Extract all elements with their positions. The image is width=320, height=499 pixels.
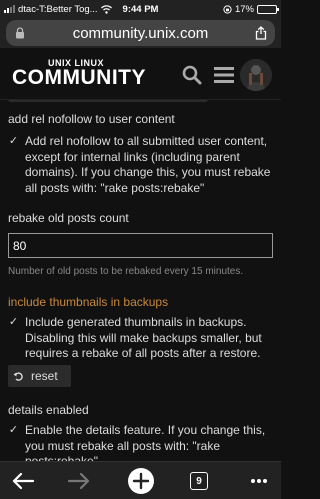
site-header: UNIX LINUX COMMUNITY: [0, 48, 281, 100]
status-right: 17%: [223, 3, 279, 15]
nofollow-checkbox-row[interactable]: ✓ Add rel nofollow to all submitted user…: [8, 134, 274, 196]
back-arrow-icon[interactable]: [8, 466, 38, 496]
user-avatar[interactable]: [240, 59, 272, 91]
status-bar: dtac-T:Better Tog... 9:44 PM 17%: [0, 0, 281, 18]
plus-icon[interactable]: [126, 466, 156, 496]
details-description: Enable the details feature. If you chang…: [25, 423, 266, 461]
url-text[interactable]: community.unix.com: [26, 25, 255, 42]
details-setting-title: details enabled: [8, 403, 89, 417]
thumbnails-description: Include generated thumbnails in backups.…: [25, 315, 262, 360]
thumbnails-checkbox-row[interactable]: ✓ Include generated thumbnails in backup…: [8, 315, 274, 362]
browser-toolbar: 9: [0, 461, 281, 499]
rebake-count-input[interactable]: [8, 233, 273, 258]
browser-address-area: community.unix.com: [0, 18, 281, 48]
reset-button[interactable]: reset: [8, 365, 71, 387]
thumbnails-checkbox[interactable]: ✓: [8, 317, 19, 328]
forward-arrow-icon[interactable]: [64, 466, 94, 496]
details-checkbox-row[interactable]: ✓ Enable the details feature. If you cha…: [8, 423, 274, 461]
thumbnails-setting-title: include thumbnails in backups: [8, 295, 169, 309]
admin-settings-content: add rel nofollow to user content ✓ Add r…: [0, 100, 281, 461]
search-icon[interactable]: [180, 63, 204, 87]
rebake-help-text: Number of old posts to be rebaked every …: [8, 266, 244, 277]
orientation-lock-icon: [223, 4, 232, 14]
battery-icon: [257, 4, 279, 14]
nofollow-setting-title: add rel nofollow to user content: [8, 112, 175, 126]
address-bar[interactable]: community.unix.com: [6, 20, 275, 46]
logo-title: COMMUNITY: [12, 66, 146, 89]
status-left: dtac-T:Better Tog...: [4, 4, 124, 15]
share-icon[interactable]: [255, 26, 267, 40]
clipped-text-fragment: [8, 100, 208, 102]
nofollow-description: Add rel nofollow to all submitted user c…: [25, 134, 271, 195]
reset-label: reset: [31, 369, 58, 383]
tabs-button[interactable]: 9: [184, 466, 214, 496]
wifi-icon: [100, 4, 112, 14]
tabs-count: 9: [190, 472, 208, 490]
battery-percent: 17%: [234, 3, 254, 15]
rebake-setting-title: rebake old posts count: [8, 211, 129, 225]
nofollow-checkbox[interactable]: ✓: [8, 136, 19, 147]
details-checkbox[interactable]: ✓: [8, 425, 19, 436]
signal-icon: [4, 5, 15, 13]
hamburger-icon[interactable]: [212, 63, 236, 87]
undo-icon: [13, 372, 23, 381]
lock-icon: [14, 26, 26, 40]
more-icon[interactable]: [244, 466, 274, 496]
carrier-name: dtac-T:Better Tog...: [18, 3, 98, 15]
